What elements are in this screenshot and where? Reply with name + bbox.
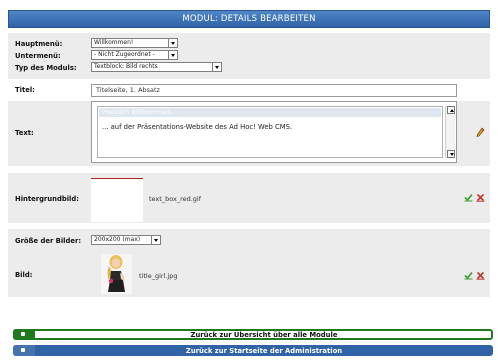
untermenu-value: - Nicht Zugeordnet - — [94, 51, 155, 58]
text-section: Text: Herzlich Willkommen... ... auf der… — [8, 101, 490, 166]
chevron-down-icon — [212, 63, 221, 71]
bild-section: Bild: title_girl.jpg — [8, 251, 490, 297]
back-to-admin-button[interactable]: Zurück zur Startseite der Administration — [13, 345, 493, 356]
titel-input[interactable]: Titelseite, 1. Absatz — [91, 84, 457, 97]
page-header: MODUL: DETAILS BEARBEITEN — [8, 10, 490, 28]
groesse-select[interactable]: 200x200 (max) — [91, 235, 161, 245]
back-to-modules-label: Zurück zur Übersicht über alle Module — [190, 331, 338, 339]
text-body: ... auf der Präsentations-Website des Ad… — [102, 123, 293, 131]
hauptmenu-label: Hauptmenü: — [15, 40, 63, 48]
delete-icon[interactable] — [476, 271, 485, 282]
groesse-value: 200x200 (max) — [94, 236, 141, 243]
girl-photo-icon — [107, 255, 125, 292]
arrow-right-icon — [13, 345, 35, 356]
groesse-label: Größe der Bilder: — [15, 237, 82, 245]
arrow-right-icon — [13, 329, 35, 340]
hintergrundbild-section: Hintergrundbild: text_box_red.gif — [8, 173, 490, 223]
bild-thumbnail — [101, 254, 132, 294]
titel-row: Titel: Titelseite, 1. Absatz — [8, 79, 490, 101]
typ-label: Typ des Moduls: — [15, 64, 77, 72]
text-label: Text: — [15, 129, 34, 137]
titel-label: Titel: — [15, 86, 35, 94]
hintergrundbild-preview — [91, 178, 143, 222]
scroll-up-icon[interactable] — [447, 106, 455, 114]
back-to-modules-button[interactable]: Zurück zur Übersicht über alle Module — [13, 329, 493, 340]
pencil-icon[interactable] — [476, 127, 485, 140]
page-title: MODUL: DETAILS BEARBEITEN — [182, 14, 316, 24]
hintergrundbild-filename: text_box_red.gif — [149, 195, 202, 203]
chevron-down-icon — [151, 236, 160, 244]
delete-icon[interactable] — [476, 193, 485, 204]
chevron-down-icon — [168, 39, 177, 47]
hauptmenu-value: Willkommen! — [94, 39, 134, 46]
accept-icon[interactable] — [464, 193, 473, 204]
untermenu-select[interactable]: - Nicht Zugeordnet - — [91, 50, 178, 60]
text-editor-area[interactable]: Herzlich Willkommen... ... auf der Präse… — [97, 106, 443, 158]
chevron-down-icon — [168, 51, 177, 59]
text-heading: Herzlich Willkommen... — [99, 108, 441, 117]
typ-value: Textblock: Bild rechts — [94, 63, 158, 70]
untermenu-label: Untermenü: — [15, 52, 61, 60]
hintergrundbild-label: Hintergrundbild: — [15, 195, 79, 203]
titel-value: Titelseite, 1. Absatz — [96, 86, 160, 94]
back-to-admin-label: Zurück zur Startseite der Administration — [185, 347, 343, 355]
accept-icon[interactable] — [464, 271, 473, 282]
bild-filename: title_girl.jpg — [139, 272, 178, 280]
typ-select[interactable]: Textblock: Bild rechts — [91, 62, 222, 72]
bild-label: Bild: — [15, 271, 33, 279]
text-editor[interactable]: Herzlich Willkommen... ... auf der Präse… — [91, 101, 457, 163]
hauptmenu-select[interactable]: Willkommen! — [91, 38, 178, 48]
scroll-down-icon[interactable] — [447, 150, 455, 158]
menu-settings-section: Hauptmenü: Willkommen! Untermenü: - Nich… — [8, 33, 490, 79]
text-scrollbar[interactable] — [445, 106, 455, 158]
groesse-section: Größe der Bilder: 200x200 (max) — [8, 229, 490, 251]
